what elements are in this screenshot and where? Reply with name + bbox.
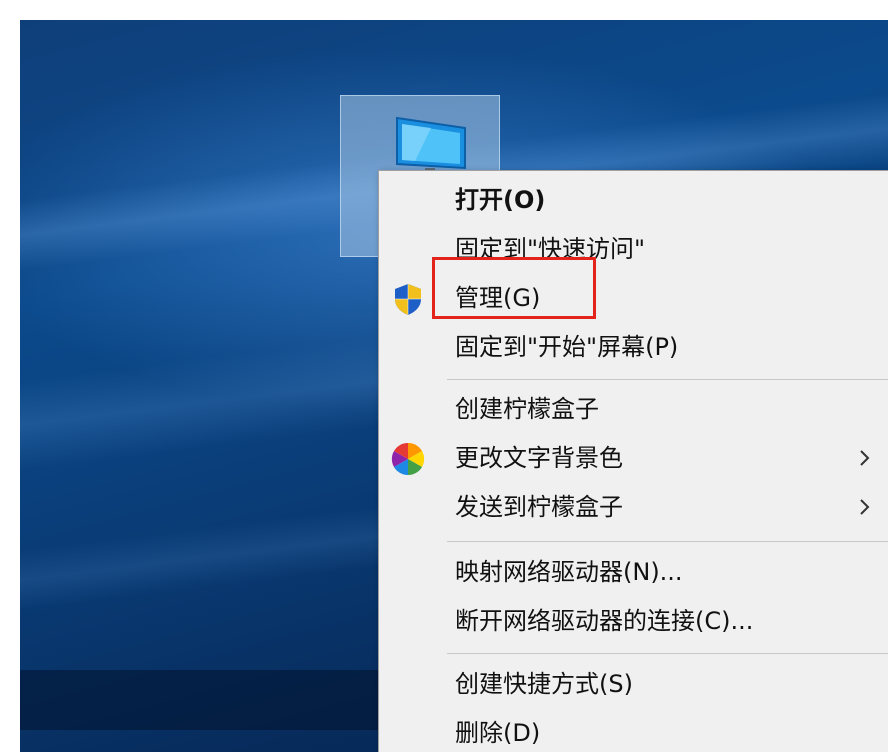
menu-separator [447, 653, 888, 654]
menu-item-label: 映射网络驱动器(N)... [455, 558, 683, 586]
chevron-right-icon [860, 450, 870, 466]
menu-item-create-shortcut[interactable]: 创建快捷方式(S) [379, 661, 888, 709]
menu-item-send-to-lemon-box[interactable]: 发送到柠檬盒子 [379, 484, 888, 532]
screenshot-canvas: 打开(O) 固定到"快速访问" 管理(G) 固定到"开始"屏幕(P) 创建柠檬盒… [0, 0, 888, 752]
chevron-right-icon [860, 499, 870, 515]
menu-item-label: 更改文字背景色 [455, 444, 623, 472]
menu-item-label: 发送到柠檬盒子 [455, 493, 623, 521]
menu-separator [447, 379, 888, 380]
menu-item-label: 断开网络驱动器的连接(C)... [455, 607, 754, 635]
color-wheel-icon [391, 442, 425, 476]
menu-item-change-text-background[interactable]: 更改文字背景色 [379, 435, 888, 483]
menu-item-disconnect-network-drive[interactable]: 断开网络驱动器的连接(C)... [379, 598, 888, 646]
menu-item-label: 创建柠檬盒子 [455, 395, 599, 423]
menu-item-label: 打开(O) [455, 186, 546, 214]
menu-item-open[interactable]: 打开(O) [379, 177, 888, 225]
uac-shield-icon [395, 284, 421, 315]
menu-item-label: 创建快捷方式(S) [455, 670, 633, 698]
highlight-box [432, 257, 596, 319]
menu-item-pin-start[interactable]: 固定到"开始"屏幕(P) [379, 324, 888, 372]
menu-item-label: 固定到"开始"屏幕(P) [455, 333, 679, 361]
menu-item-delete[interactable]: 删除(D) [379, 710, 888, 752]
menu-item-create-lemon-box[interactable]: 创建柠檬盒子 [379, 386, 888, 434]
menu-item-map-network-drive[interactable]: 映射网络驱动器(N)... [379, 549, 888, 597]
menu-item-label: 删除(D) [455, 719, 541, 747]
menu-separator [447, 541, 888, 542]
